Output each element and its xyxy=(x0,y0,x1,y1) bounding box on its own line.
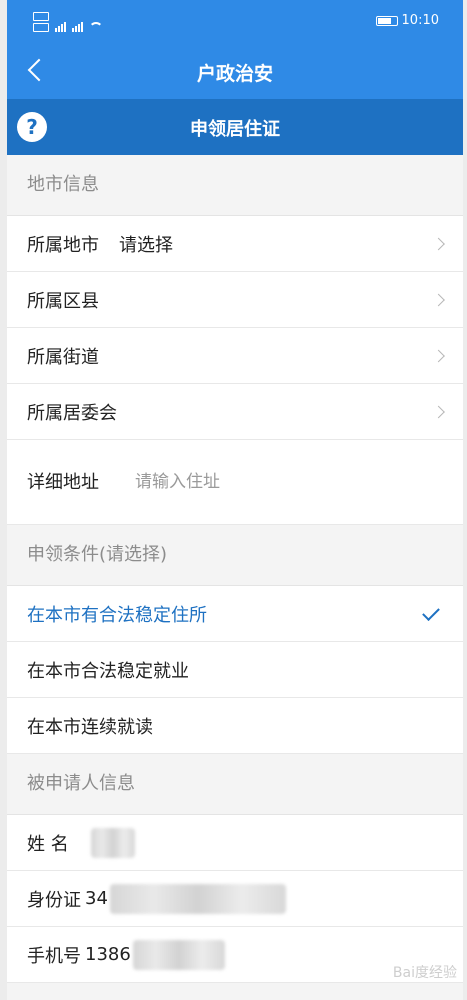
section-header-applicant: 被申请人信息 xyxy=(7,754,463,815)
section-header-conditions: 申领条件(请选择) xyxy=(7,525,463,586)
name-label: 姓 名 xyxy=(27,833,69,855)
city-select-row[interactable]: 所属地市 请选择 xyxy=(7,216,463,272)
id-card-label: 身份证 xyxy=(27,889,81,911)
condition-option-residence[interactable]: 在本市有合法稳定住所 xyxy=(7,586,463,642)
chevron-right-icon xyxy=(432,349,445,362)
page-title: 户政治安 xyxy=(196,63,273,85)
battery-icon xyxy=(375,15,398,26)
nav-bar: 户政治安 xyxy=(7,44,463,99)
city-label: 所属地市 xyxy=(27,234,99,256)
sub-header: ? 申领居住证 xyxy=(7,99,463,155)
status-time: 10:10 xyxy=(401,13,439,28)
committee-select-row[interactable]: 所属居委会 xyxy=(7,384,463,440)
street-select-row[interactable]: 所属街道 xyxy=(7,328,463,384)
status-bar: 10:10 xyxy=(7,0,463,44)
condition-option-study[interactable]: 在本市连续就读 xyxy=(7,698,463,754)
wifi-icon xyxy=(89,22,103,32)
applicant-id-row[interactable]: 身份证 34 xyxy=(7,871,463,927)
phone-value: 1386 xyxy=(85,939,225,970)
status-signals xyxy=(33,12,103,32)
condition-option-employment[interactable]: 在本市合法稳定就业 xyxy=(7,642,463,698)
condition-label: 在本市有合法稳定住所 xyxy=(27,604,207,626)
sub-title: 申领居住证 xyxy=(190,119,280,140)
id-card-visible-digits: 34 xyxy=(85,888,108,909)
condition-label: 在本市合法稳定就业 xyxy=(27,660,189,682)
chevron-right-icon xyxy=(432,293,445,306)
address-label: 详细地址 xyxy=(27,471,99,493)
redaction-blur xyxy=(90,827,135,858)
address-row: 详细地址 xyxy=(7,440,463,525)
app-frame: 10:10 户政治安 ? 申领居住证 地市信息 所属地市 请选择 所属区县 所属… xyxy=(7,0,463,1000)
district-select-row[interactable]: 所属区县 xyxy=(7,272,463,328)
city-value: 请选择 xyxy=(119,234,173,256)
sim2-icon xyxy=(33,23,49,32)
applicant-name-row[interactable]: 姓 名 xyxy=(7,815,463,871)
street-label: 所属街道 xyxy=(27,346,99,368)
watermark: Bai度经验 xyxy=(392,965,457,981)
phone-label: 手机号 xyxy=(27,945,81,967)
redaction-blur xyxy=(109,883,286,914)
address-input[interactable] xyxy=(133,471,387,493)
district-label: 所属区县 xyxy=(27,290,99,312)
signal-2-icon xyxy=(72,22,83,32)
chevron-right-icon xyxy=(432,237,445,250)
sim1-icon xyxy=(33,12,49,21)
status-right: 10:10 xyxy=(375,13,439,28)
id-card-value: 34 xyxy=(85,883,286,914)
section-header-location: 地市信息 xyxy=(7,155,463,216)
name-value-redacted xyxy=(90,827,135,858)
checkmark-icon xyxy=(422,602,440,621)
condition-label: 在本市连续就读 xyxy=(27,716,153,738)
sim-icons xyxy=(33,12,49,32)
phone-visible-digits: 1386 xyxy=(85,944,131,965)
committee-label: 所属居委会 xyxy=(27,402,117,424)
chevron-right-icon xyxy=(432,405,445,418)
signal-1-icon xyxy=(55,22,66,32)
redaction-blur xyxy=(132,939,225,970)
